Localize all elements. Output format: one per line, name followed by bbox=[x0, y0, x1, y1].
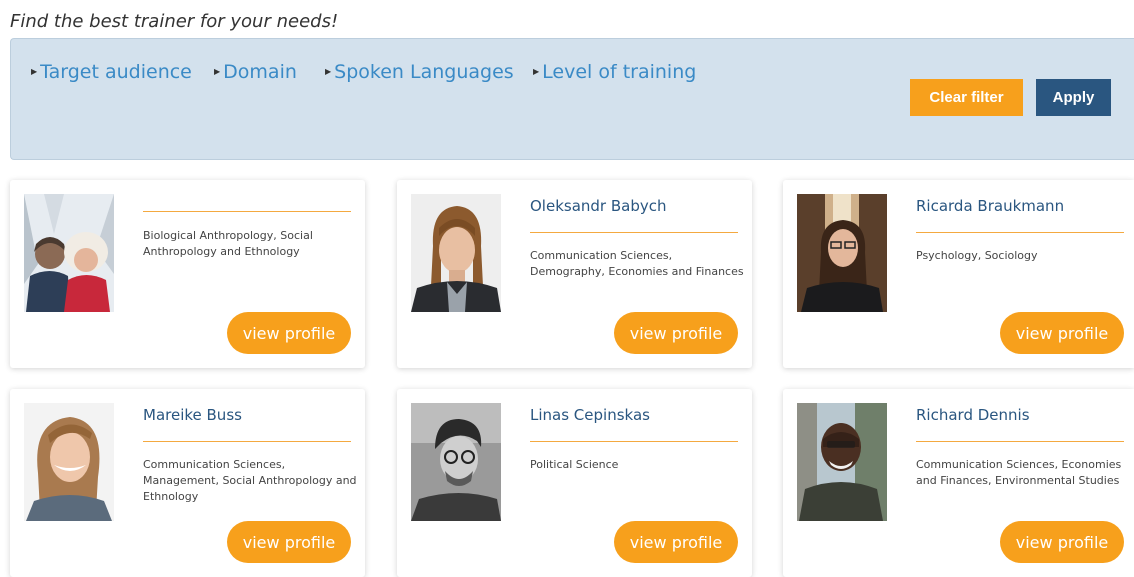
filter-label: Spoken Languages bbox=[334, 61, 514, 83]
trainer-domains: Biological Anthropology, Social Anthropo… bbox=[143, 229, 313, 258]
trainer-card: Ricarda Braukmann Psychology, Sociology … bbox=[783, 180, 1134, 368]
trainer-photo bbox=[411, 194, 501, 312]
filter-panel: ▶ Target audience ▶ Domain ▶ Spoken Languag… bbox=[10, 38, 1134, 160]
name-divider bbox=[143, 211, 351, 212]
name-divider bbox=[530, 441, 738, 442]
trainer-card: Biological Anthropology, Social Anthropo… bbox=[10, 180, 365, 368]
trainer-domains: Communication Sciences, Management, Soci… bbox=[143, 458, 357, 503]
trainer-photo bbox=[24, 194, 114, 312]
view-profile-button[interactable]: view profile bbox=[227, 521, 351, 563]
filter-domain[interactable]: ▶ Domain bbox=[214, 61, 297, 83]
trainer-card: Mareike Buss Communication Sciences, Man… bbox=[10, 389, 365, 577]
trainer-photo bbox=[797, 403, 887, 521]
filter-label: Target audience bbox=[40, 61, 192, 83]
trainer-card: Richard Dennis Communication Sciences, E… bbox=[783, 389, 1134, 577]
name-divider bbox=[143, 441, 351, 442]
view-profile-button[interactable]: view profile bbox=[1000, 312, 1124, 354]
trainer-domains: Psychology, Sociology bbox=[916, 249, 1038, 262]
filter-label: Level of training bbox=[542, 61, 697, 83]
view-profile-button[interactable]: view profile bbox=[614, 312, 738, 354]
clear-filter-button[interactable]: Clear filter bbox=[910, 79, 1023, 116]
name-divider bbox=[916, 441, 1124, 442]
apply-button[interactable]: Apply bbox=[1036, 79, 1111, 116]
page-heading: Find the best trainer for your needs! bbox=[10, 11, 339, 32]
trainer-card: Linas Cepinskas Political Science view p… bbox=[397, 389, 752, 577]
name-divider bbox=[530, 232, 738, 233]
filter-spoken-languages[interactable]: ▶ Spoken Languages bbox=[325, 61, 514, 83]
trainer-domains: Political Science bbox=[530, 458, 619, 471]
trainer-name[interactable]: Linas Cepinskas bbox=[530, 406, 650, 424]
trainer-domains: Communication Sciences, Demography, Econ… bbox=[530, 249, 744, 278]
trainer-card: Oleksandr Babych Communication Sciences,… bbox=[397, 180, 752, 368]
trainer-photo bbox=[797, 194, 887, 312]
filter-target-audience[interactable]: ▶ Target audience bbox=[31, 61, 192, 83]
view-profile-button[interactable]: view profile bbox=[227, 312, 351, 354]
trainer-name[interactable]: Oleksandr Babych bbox=[530, 197, 667, 215]
triangle-right-icon: ▶ bbox=[325, 67, 332, 76]
triangle-right-icon: ▶ bbox=[533, 67, 540, 76]
trainer-domains: Communication Sciences, Economies and Fi… bbox=[916, 458, 1122, 487]
trainer-name[interactable]: Richard Dennis bbox=[916, 406, 1030, 424]
view-profile-button[interactable]: view profile bbox=[1000, 521, 1124, 563]
triangle-right-icon: ▶ bbox=[214, 67, 221, 76]
filter-level-of-training[interactable]: ▶ Level of training bbox=[533, 61, 696, 83]
trainer-photo bbox=[24, 403, 114, 521]
triangle-right-icon: ▶ bbox=[31, 67, 38, 76]
trainer-name[interactable]: Mareike Buss bbox=[143, 406, 242, 424]
trainer-name[interactable]: Ricarda Braukmann bbox=[916, 197, 1064, 215]
view-profile-button[interactable]: view profile bbox=[614, 521, 738, 563]
filter-label: Domain bbox=[223, 61, 297, 83]
trainer-photo bbox=[411, 403, 501, 521]
name-divider bbox=[916, 232, 1124, 233]
